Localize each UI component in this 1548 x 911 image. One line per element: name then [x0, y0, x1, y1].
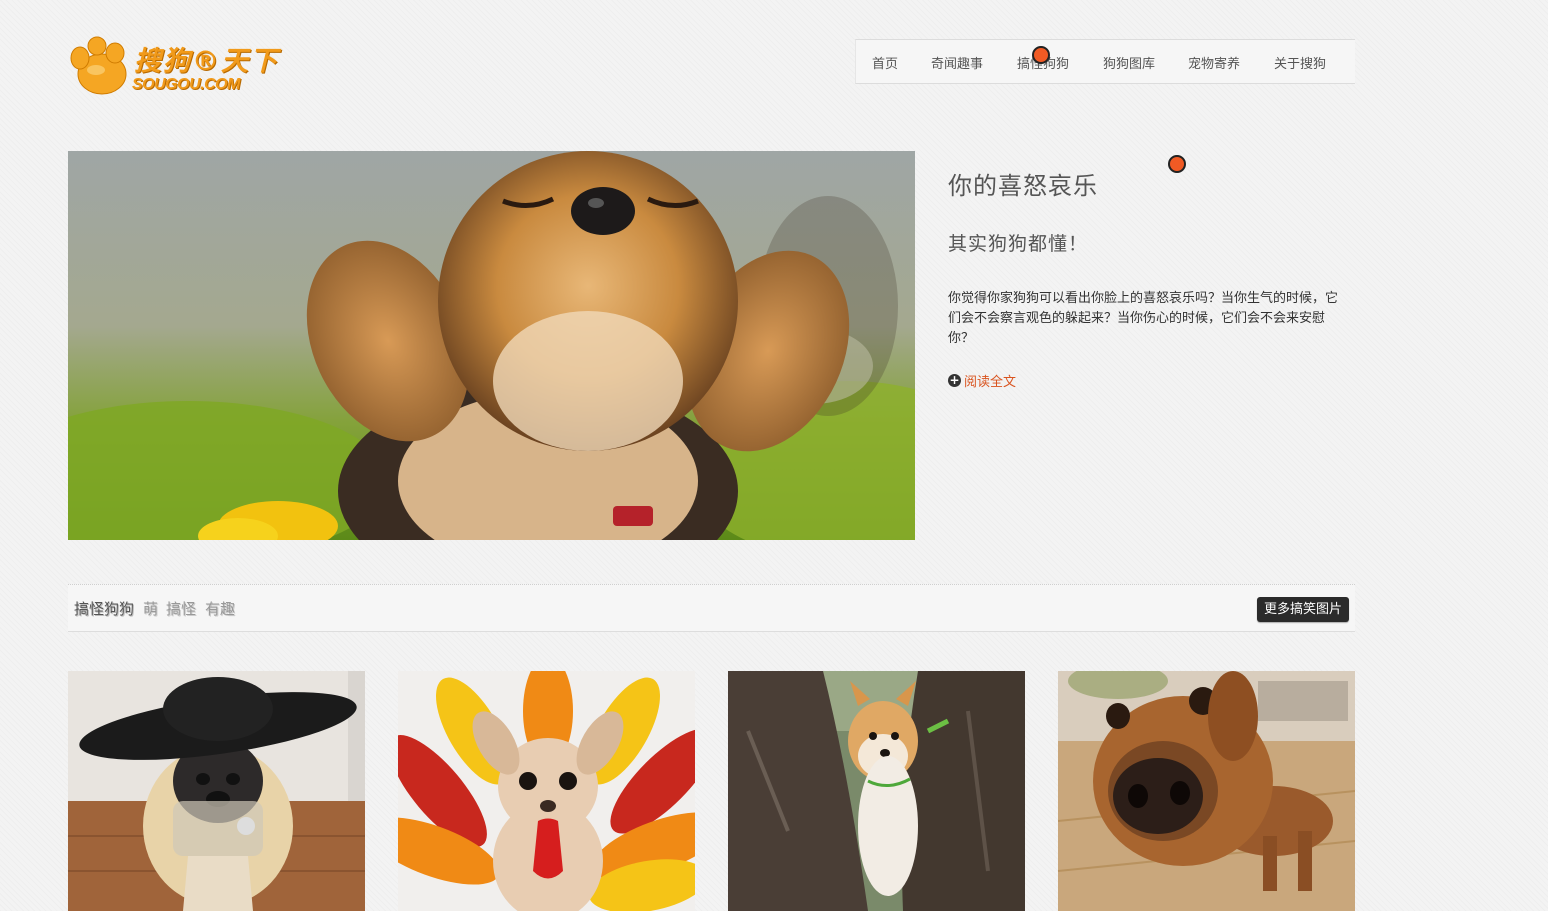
- hero-description: 你觉得你家狗狗可以看出你脸上的喜怒哀乐吗？当你生气的时候，它们会不会察言观色的躲…: [948, 291, 1339, 346]
- main-nav: 首页 奇闻趣事 搞怪狗狗 狗狗图库 宠物寄养 关于搜狗: [855, 39, 1355, 84]
- hero-article: 你的喜怒哀乐 其实狗狗都懂！ 你觉得你家狗狗可以看出你脸上的喜怒哀乐吗？当你生气…: [948, 160, 1348, 390]
- paw-logo-icon: [70, 36, 127, 95]
- tag-cute[interactable]: 萌: [143, 598, 158, 619]
- nav-item-gallery[interactable]: 狗狗图库: [1103, 53, 1155, 72]
- read-more-label: 阅读全文: [964, 375, 1017, 390]
- logo-chinese-text: 搜狗®天下: [134, 46, 279, 77]
- hero-dog-image[interactable]: [68, 151, 915, 540]
- read-more-link[interactable]: + 阅读全文: [948, 371, 1348, 390]
- section-title: 搞怪狗狗: [74, 600, 135, 618]
- logo-english-text: SOUGOU.COM: [132, 76, 240, 93]
- nav-item-about[interactable]: 关于搜狗: [1274, 53, 1326, 72]
- nav-item-news[interactable]: 奇闻趣事: [931, 53, 983, 72]
- section-header: 搞怪狗狗 萌 搞怪 有趣 更多搞笑图片: [68, 584, 1355, 632]
- gallery-image-chihuahua-turkey[interactable]: [398, 671, 695, 911]
- gallery-image-dachshund-closeup[interactable]: [1058, 671, 1355, 911]
- gallery-image-shiba-tree[interactable]: [728, 671, 1025, 911]
- tag-funny[interactable]: 搞怪: [166, 598, 196, 619]
- tag-interesting[interactable]: 有趣: [205, 598, 235, 619]
- click-marker: [1168, 155, 1186, 173]
- site-logo[interactable]: 搜狗®天下 SOUGOU.COM: [68, 36, 277, 98]
- nav-item-pet-boarding[interactable]: 宠物寄养: [1188, 53, 1240, 72]
- hero-subtitle: 其实狗狗都懂！: [948, 233, 1089, 255]
- plus-circle-icon: +: [948, 373, 961, 387]
- click-marker: [1032, 46, 1050, 64]
- hero-title: 你的喜怒哀乐: [948, 172, 1098, 200]
- gallery-image-pug-hat[interactable]: [68, 671, 365, 911]
- more-funny-pictures-button[interactable]: 更多搞笑图片: [1256, 597, 1349, 622]
- nav-item-home[interactable]: 首页: [872, 53, 898, 72]
